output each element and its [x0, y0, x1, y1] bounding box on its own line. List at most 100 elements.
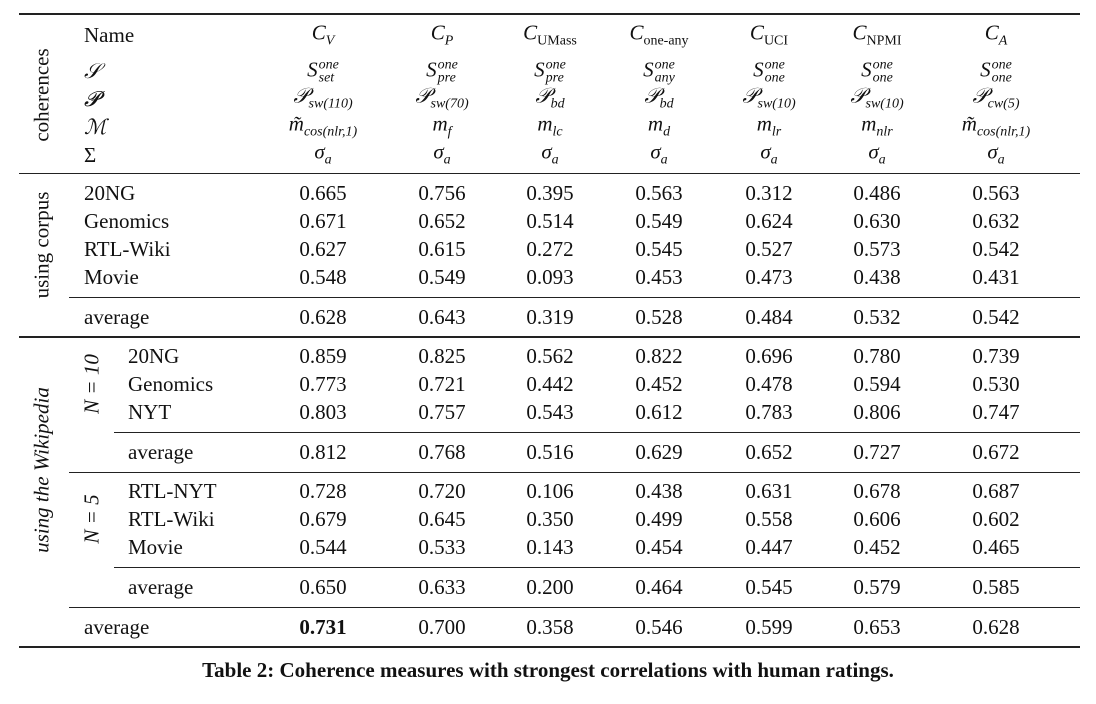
table-cell: 0.696	[745, 344, 793, 368]
table-cell: 0.629	[635, 440, 683, 464]
column-header-p: CP	[430, 20, 454, 49]
bottom-rule	[19, 646, 1080, 648]
table-cell: 0.628	[299, 305, 347, 329]
table-cell: 0.700	[418, 615, 466, 639]
table-cell: 0.727	[853, 440, 901, 464]
s-value: Sone pre	[534, 57, 566, 86]
table-cell: 0.312	[745, 181, 793, 205]
s-value: Sone one	[861, 57, 893, 86]
table-cell: 0.350	[526, 507, 574, 531]
table-cell: 0.739	[972, 344, 1020, 368]
s-value: Sone one	[980, 57, 1012, 86]
sigma-value: σa	[314, 139, 332, 168]
table-cell: 0.514	[526, 209, 574, 233]
table-cell: 0.319	[526, 305, 574, 329]
s-value: Sone pre	[426, 57, 458, 86]
table-cell: 0.447	[745, 535, 793, 559]
wikipedia-group-label: using the Wikipedia	[29, 387, 54, 553]
table-cell: 0.548	[299, 265, 347, 289]
table-cell: 0.783	[745, 400, 793, 424]
table-cell: 0.431	[972, 265, 1020, 289]
table-cell: 0.395	[526, 181, 574, 205]
table-cell: 0.645	[418, 507, 466, 531]
header-rule	[19, 173, 1080, 174]
row-label: RTL-Wiki	[84, 237, 171, 261]
table-cell: 0.672	[972, 440, 1020, 464]
table-cell: 0.728	[299, 479, 347, 503]
table-cell: 0.678	[853, 479, 901, 503]
table-cell: 0.549	[635, 209, 683, 233]
sigma-value: σa	[987, 139, 1005, 168]
table-cell: 0.624	[745, 209, 793, 233]
row-label: average	[128, 575, 194, 599]
overall-average-rule	[69, 607, 1080, 608]
column-header-umass: CUMass	[523, 20, 577, 49]
table-cell: 0.533	[418, 535, 466, 559]
column-header-one-any: Cone-any	[629, 20, 689, 49]
s-value: Sone one	[753, 57, 785, 86]
table-cell: 0.859	[299, 344, 347, 368]
name-header: Name	[84, 23, 135, 47]
row-label: 20NG	[128, 344, 180, 368]
table-cell: 0.530	[972, 372, 1020, 396]
table-cell: 0.464	[635, 575, 683, 599]
table-cell: 0.438	[853, 265, 901, 289]
table-cell: 0.822	[635, 344, 683, 368]
table-cell: 0.358	[526, 615, 574, 639]
table-cell: 0.679	[299, 507, 347, 531]
table-cell: 0.543	[526, 400, 574, 424]
table-cell: 0.731	[299, 615, 347, 639]
table-cell: 0.631	[745, 479, 793, 503]
table-cell: 0.812	[299, 440, 347, 464]
table-cell: 0.627	[299, 237, 347, 261]
table-cell: 0.606	[853, 507, 901, 531]
table-cell: 0.486	[853, 181, 901, 205]
table-cell: 0.484	[745, 305, 793, 329]
table-cell: 0.780	[853, 344, 901, 368]
row-label: 20NG	[84, 181, 136, 205]
table-cell: 0.272	[526, 237, 574, 261]
row-label: NYT	[128, 400, 172, 424]
table-cell: 0.143	[526, 535, 574, 559]
table-cell: 0.558	[745, 507, 793, 531]
table-cell: 0.549	[418, 265, 466, 289]
table-cell: 0.545	[745, 575, 793, 599]
table-cell: 0.527	[745, 237, 793, 261]
table-cell: 0.093	[526, 265, 574, 289]
table-cell: 0.442	[526, 372, 574, 396]
sigma-value: σa	[433, 139, 451, 168]
n10-label: N = 10	[79, 354, 104, 414]
table-cell: 0.825	[418, 344, 466, 368]
row-label: RTL-Wiki	[128, 507, 215, 531]
coherences-group-label: coherences	[29, 48, 54, 142]
table-cell: 0.499	[635, 507, 683, 531]
table-cell: 0.756	[418, 181, 466, 205]
sigma-value: σa	[650, 139, 668, 168]
row-label: RTL-NYT	[128, 479, 217, 503]
p-label: 𝓟	[84, 87, 100, 111]
table-cell: 0.452	[853, 535, 901, 559]
table-cell: 0.465	[972, 535, 1020, 559]
table-cell: 0.632	[972, 209, 1020, 233]
row-label: Genomics	[128, 372, 214, 396]
table-cell: 0.452	[635, 372, 683, 396]
top-rule	[19, 13, 1080, 15]
column-header-npmi: CNPMI	[852, 20, 902, 49]
table-cell: 0.545	[635, 237, 683, 261]
table-cell: 0.687	[972, 479, 1020, 503]
table-caption: Table 2: Coherence measures with stronge…	[202, 658, 894, 682]
table-cell: 0.594	[853, 372, 901, 396]
table-cell: 0.200	[526, 575, 574, 599]
row-label: average	[128, 440, 194, 464]
sigma-value: σa	[541, 139, 559, 168]
table-cell: 0.585	[972, 575, 1020, 599]
n5-average-rule	[114, 567, 1080, 568]
corpus-wiki-rule	[19, 336, 1080, 338]
table-cell: 0.720	[418, 479, 466, 503]
row-label: average	[84, 615, 150, 639]
table-cell: 0.573	[853, 237, 901, 261]
table-cell: 0.768	[418, 440, 466, 464]
column-header-uci: CUCI	[749, 20, 789, 49]
table-cell: 0.650	[299, 575, 347, 599]
table-cell: 0.773	[299, 372, 347, 396]
